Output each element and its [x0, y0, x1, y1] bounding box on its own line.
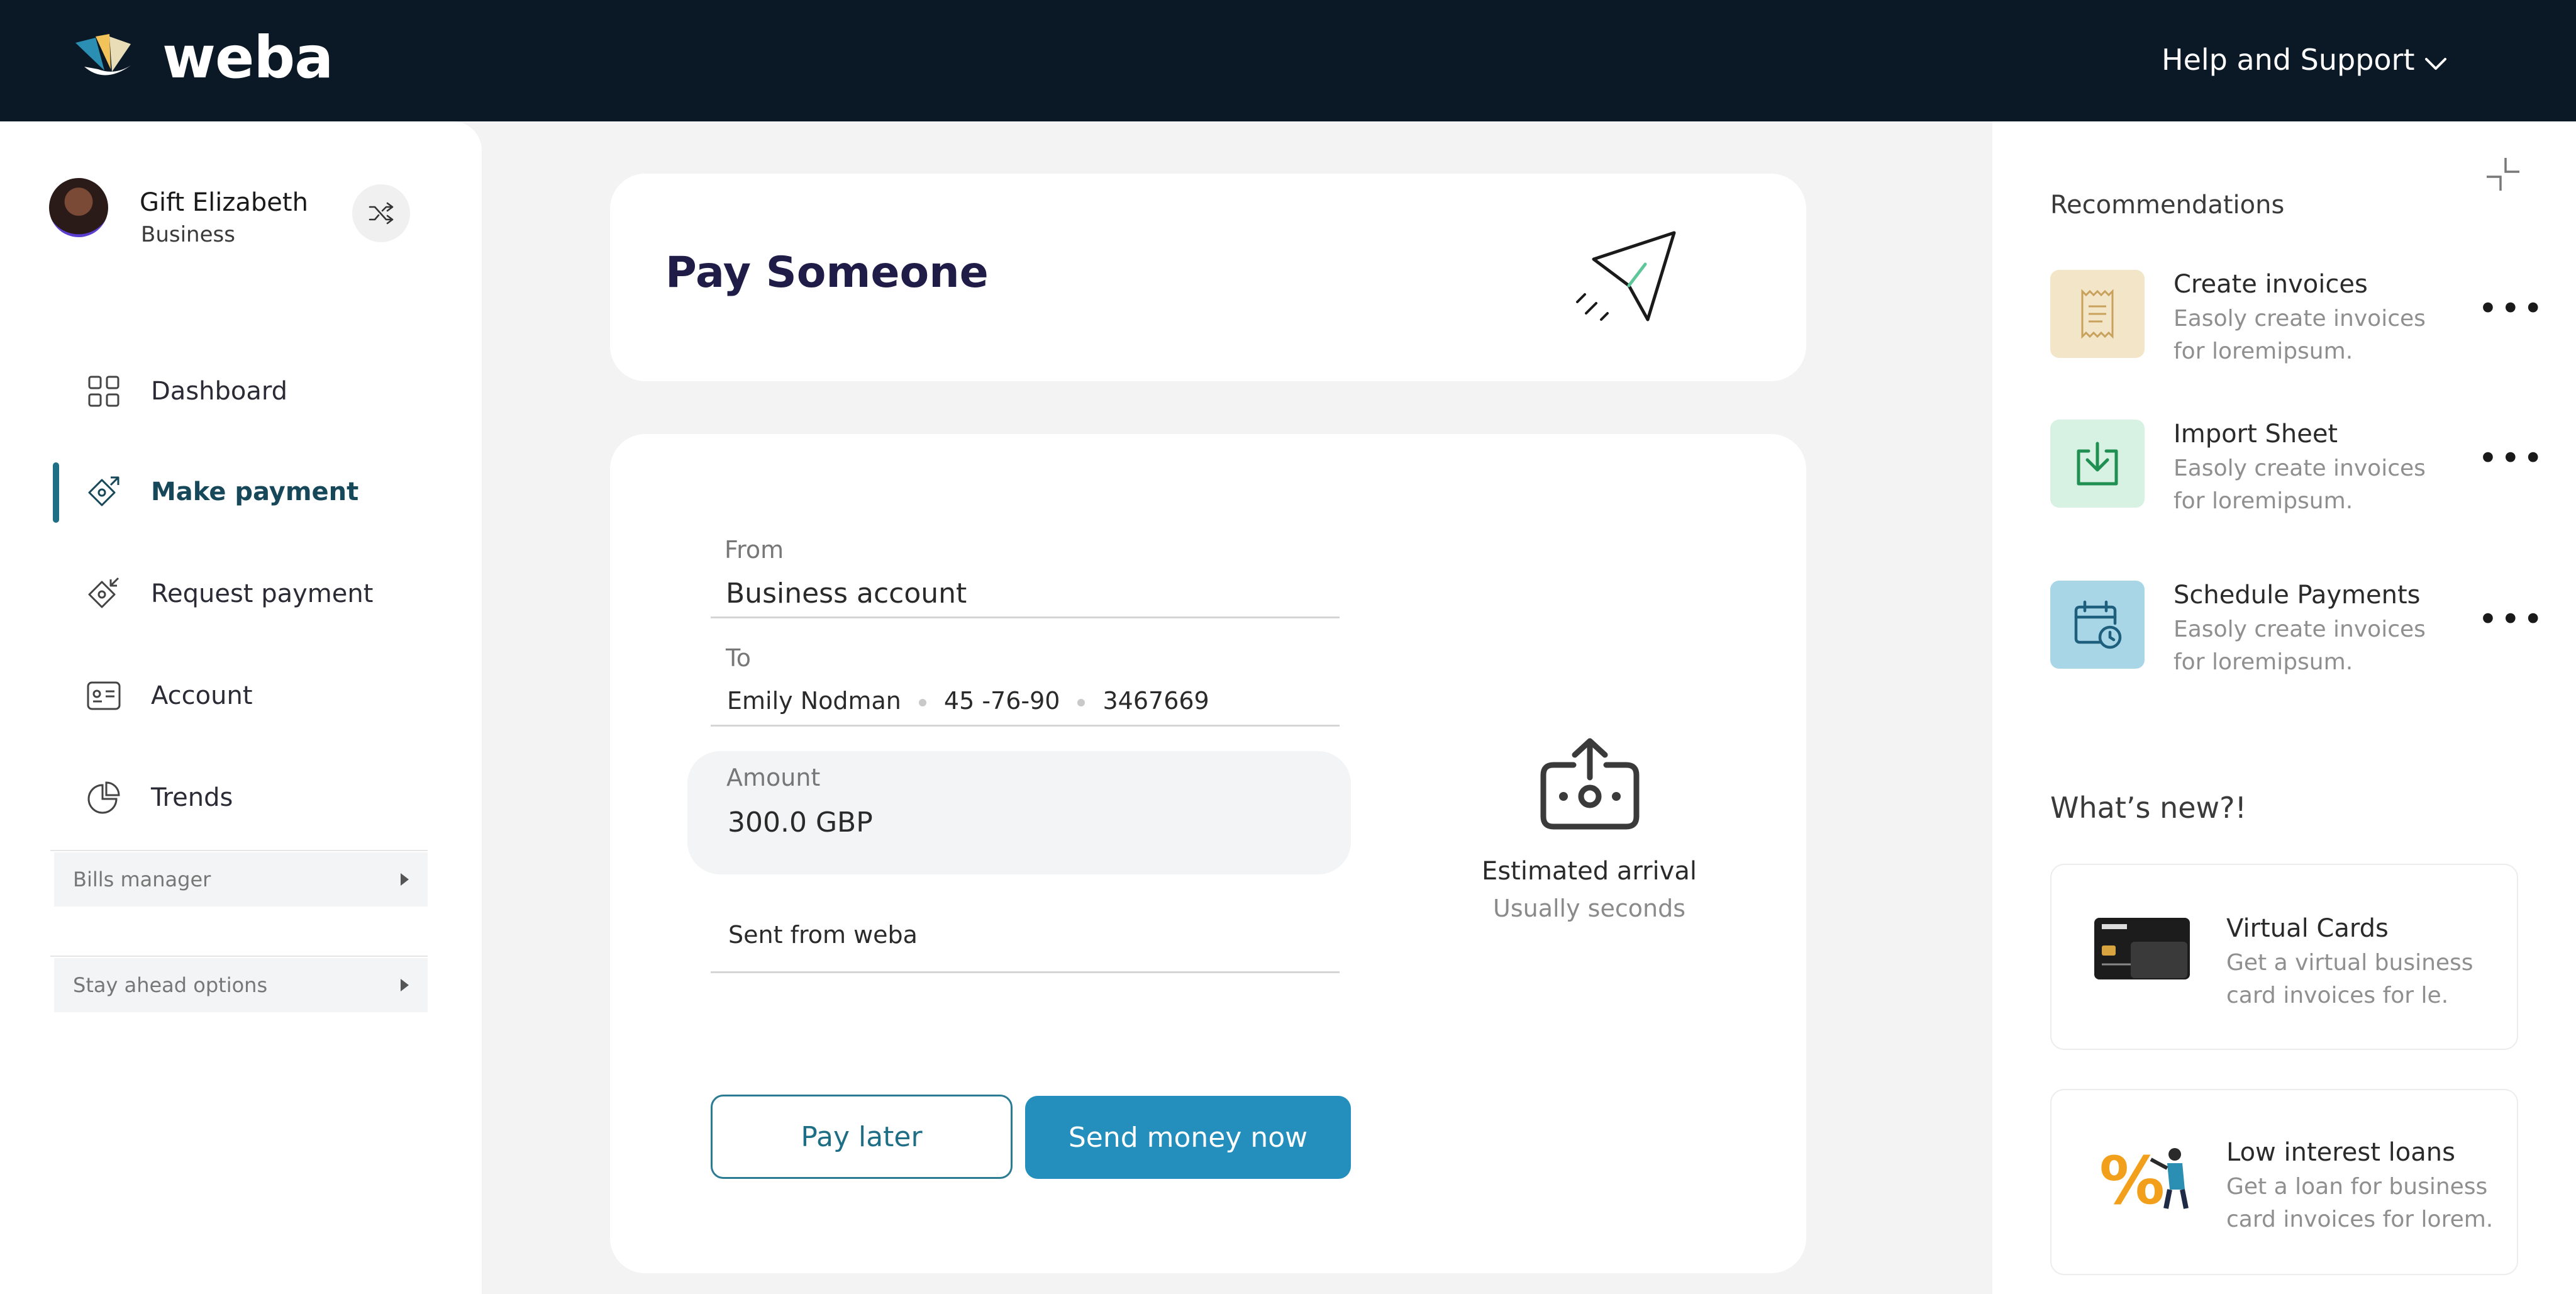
shuffle-icon [369, 202, 394, 225]
top-bar: weba Help and Support [0, 0, 2576, 121]
pie-chart-icon [84, 778, 123, 817]
weba-logo-icon [75, 34, 131, 75]
switch-account-button[interactable] [352, 184, 410, 242]
pay-later-button[interactable]: Pay later [711, 1095, 1013, 1179]
whats-new-low-interest-loans[interactable]: % Low interest loans Get a loan for busi… [2050, 1089, 2518, 1275]
virtual-card-image [2094, 918, 2190, 979]
recommendation-desc: Easoly create invoices for loremipsum. [2174, 306, 2426, 364]
page-title: Pay Someone [665, 248, 989, 298]
more-options-icon[interactable]: ••• [2478, 438, 2546, 478]
user-name: Gift Elizabeth [140, 188, 308, 217]
grid-icon [84, 372, 123, 411]
from-account-select[interactable]: Business account [726, 577, 967, 610]
sidebar-item-label: Request payment [151, 579, 374, 608]
whats-new-desc: Get a loan for business card invoices fo… [2226, 1174, 2494, 1232]
calendar-clock-icon [2050, 581, 2145, 669]
money-upload-icon [1540, 738, 1640, 830]
sidebar-item-make-payment[interactable]: Make payment [53, 457, 430, 527]
recommendation-schedule-payments[interactable]: Schedule Payments Easoly create invoices… [2050, 581, 2553, 675]
recipient-name: Emily Nodman [727, 687, 901, 715]
section-label: Stay ahead options [73, 973, 268, 997]
recipient-field[interactable]: Emily Nodman 45 -76-90 3467669 [727, 687, 1209, 715]
download-tray-icon [2050, 420, 2145, 508]
help-and-support-menu[interactable]: Help and Support [2162, 43, 2415, 77]
svg-text:%: % [2099, 1142, 2165, 1213]
more-options-icon[interactable]: ••• [2478, 289, 2546, 328]
recommendation-name: Import Sheet [2174, 420, 2338, 449]
divider [50, 956, 428, 957]
caret-right-icon [401, 873, 409, 886]
pay-someone-card: Pay Someone [610, 174, 1806, 381]
field-underline [711, 725, 1340, 727]
stay-ahead-options-toggle[interactable]: Stay ahead options [54, 958, 428, 1012]
separator-dot [918, 698, 926, 706]
sidebar-item-trends[interactable]: Trends [53, 763, 430, 832]
loan-percent-illustration: % [2099, 1142, 2189, 1213]
whats-new-name: Low interest loans [2226, 1138, 2455, 1167]
recommendation-desc: Easoly create invoices for loremipsum. [2174, 455, 2426, 514]
caret-right-icon [401, 979, 409, 991]
recipient-sort-code: 45 -76-90 [943, 687, 1060, 715]
estimated-arrival-subtitle: Usually seconds [1493, 895, 1685, 922]
separator-dot [1077, 698, 1085, 706]
sidebar-item-account[interactable]: Account [53, 661, 430, 730]
sidebar-item-label: Make payment [151, 477, 359, 506]
make-payment-icon [84, 472, 123, 511]
sidebar-item-label: Dashboard [151, 377, 288, 406]
to-label: To [726, 644, 752, 672]
chevron-down-icon[interactable] [2421, 49, 2450, 78]
recommendation-name: Schedule Payments [2174, 581, 2421, 610]
right-panel: Recommendations Create invoices Easoly c… [1992, 121, 2576, 1294]
section-label: Bills manager [73, 867, 211, 891]
reference-field[interactable]: Sent from weba [728, 921, 918, 949]
request-payment-icon [84, 574, 123, 613]
divider [50, 850, 428, 851]
sidebar-item-label: Trends [151, 783, 233, 812]
send-money-now-button[interactable]: Send money now [1025, 1096, 1351, 1179]
avatar[interactable] [49, 178, 108, 237]
recipient-account-number: 3467669 [1102, 687, 1209, 715]
field-underline [711, 971, 1340, 973]
amount-field[interactable]: Amount 300.0 GBP [687, 751, 1351, 874]
recommendation-create-invoices[interactable]: Create invoices Easoly create invoices f… [2050, 270, 2553, 364]
more-options-icon[interactable]: ••• [2478, 600, 2546, 639]
whats-new-title: What’s new?! [2050, 791, 2247, 825]
receipt-icon [2050, 270, 2145, 358]
whats-new-virtual-cards[interactable]: Virtual Cards Get a virtual business car… [2050, 864, 2518, 1050]
field-underline [711, 616, 1340, 618]
paper-plane-icon [1576, 231, 1676, 321]
recommendation-desc: Easoly create invoices for loremipsum. [2174, 616, 2426, 675]
recommendation-import-sheet[interactable]: Import Sheet Easoly create invoices for … [2050, 420, 2553, 514]
amount-value: 300.0 GBP [728, 806, 873, 839]
recommendations-title: Recommendations [2050, 191, 2285, 220]
sidebar-item-label: Account [151, 681, 253, 710]
sidebar: Gift Elizabeth Business Dashboard Make p… [0, 121, 482, 1294]
recommendation-name: Create invoices [2174, 270, 2368, 299]
bills-manager-toggle[interactable]: Bills manager [54, 852, 428, 906]
from-label: From [724, 536, 784, 564]
sidebar-item-dashboard[interactable]: Dashboard [53, 357, 430, 426]
user-role: Business [141, 222, 235, 247]
sidebar-item-request-payment[interactable]: Request payment [53, 559, 430, 628]
estimated-arrival-title: Estimated arrival [1482, 857, 1697, 886]
account-card-icon [84, 676, 123, 715]
collapse-icon[interactable] [2483, 154, 2523, 194]
amount-label: Amount [726, 764, 821, 791]
brand-name[interactable]: weba [162, 24, 333, 91]
payment-form-card: From Business account To Emily Nodman 45 … [610, 434, 1806, 1273]
whats-new-name: Virtual Cards [2226, 914, 2389, 943]
whats-new-desc: Get a virtual business card invoices for… [2226, 950, 2473, 1008]
